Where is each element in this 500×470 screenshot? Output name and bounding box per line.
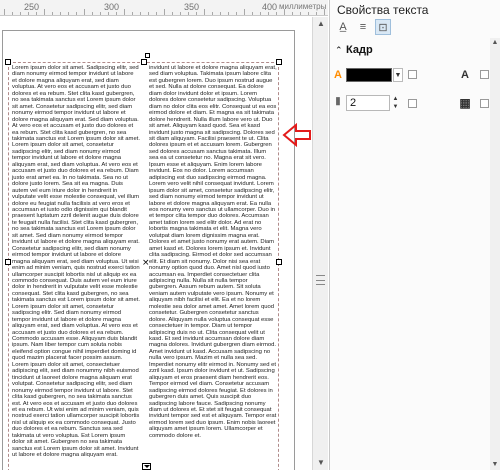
color-dropdown-icon[interactable]: ▼ — [393, 68, 403, 82]
ruler-tick — [28, 12, 29, 15]
panel-scroll-up-icon[interactable]: ▲ — [491, 38, 499, 48]
ruler-tick — [156, 12, 157, 15]
selection-handle-middle-right[interactable] — [276, 259, 282, 265]
selection-handle-middle-left[interactable] — [5, 259, 11, 265]
scroll-up-icon[interactable]: ▲ — [316, 19, 326, 29]
ruler-tick — [300, 12, 301, 15]
ruler-tick — [52, 12, 53, 15]
text-properties-panel: Свойства текста A̲ ≡ ⊡ ⌃ Кадр A ▼ A ⫴ 2 … — [329, 0, 500, 470]
ruler-tick — [236, 12, 237, 15]
ruler-tick — [164, 9, 165, 15]
paragraph-tab-icon[interactable]: ≡ — [355, 19, 371, 35]
ruler-tick — [252, 12, 253, 15]
ruler-tick — [228, 12, 229, 15]
ruler-tick — [100, 12, 101, 15]
ruler-tick — [276, 12, 277, 15]
canvas-vertical-scrollbar[interactable]: ▲ ▼ — [312, 17, 328, 470]
red-arrow-icon — [282, 123, 311, 147]
panel-vertical-scrollbar[interactable]: ▲ ▼ — [490, 38, 500, 470]
ruler-tick — [196, 12, 197, 15]
ruler-tick — [284, 9, 285, 15]
ruler-tick — [132, 12, 133, 15]
text-fill-checkbox[interactable] — [480, 70, 489, 79]
selection-handle-top-right[interactable] — [276, 59, 282, 65]
ruler-tick — [180, 12, 181, 15]
ruler-tick — [60, 12, 61, 15]
ruler-number: 300 — [104, 2, 120, 12]
top-anchor-handle[interactable] — [145, 53, 150, 58]
ruler-tick — [92, 12, 93, 15]
ruler-tick — [116, 12, 117, 15]
scroll-thumb[interactable] — [316, 275, 325, 285]
ruler-tick — [188, 12, 189, 15]
ruler-tick — [268, 12, 269, 15]
ruler-tick — [148, 12, 149, 15]
character-tab-icon[interactable]: A̲ — [335, 19, 351, 35]
frame-tab-icon[interactable]: ⊡ — [375, 19, 391, 35]
ruler-number: 400 — [262, 2, 278, 12]
columns-count-input[interactable]: 2 — [346, 95, 390, 111]
ruler-tick — [308, 12, 309, 15]
ruler-tick — [36, 12, 37, 15]
background-color-icon: A — [334, 69, 342, 81]
horizontal-ruler: 250 300 350 400 миллиметры — [0, 0, 328, 16]
ruler-tick — [220, 12, 221, 15]
background-color-swatch[interactable] — [346, 68, 392, 82]
scroll-down-icon[interactable]: ▼ — [316, 458, 326, 468]
spin-up-icon[interactable]: ▲ — [391, 95, 400, 103]
center-cross-icon: × — [142, 258, 150, 268]
frame-section-title: Кадр — [346, 44, 373, 56]
ruler-tick — [44, 9, 45, 15]
ruler-tick — [172, 12, 173, 15]
column-settings-icon[interactable]: ▦ — [458, 96, 472, 110]
column-settings-checkbox[interactable] — [480, 99, 489, 108]
text-column-1[interactable]: Lorem ipsum dolor sit amet. Sadipscing e… — [12, 65, 140, 459]
ruler-tick — [316, 12, 317, 15]
ruler-tick — [204, 9, 205, 15]
spin-down-icon[interactable]: ▼ — [391, 103, 400, 111]
ruler-tick — [292, 12, 293, 15]
ruler-tick — [84, 9, 85, 15]
ruler-tick — [140, 12, 141, 15]
ruler-unit: миллиметры — [279, 2, 327, 11]
ruler-tick — [244, 9, 245, 15]
panel-tab-bar: A̲ ≡ ⊡ — [335, 19, 497, 36]
ruler-tick — [108, 12, 109, 15]
ruler-tick — [12, 12, 13, 15]
collapse-chevron-icon[interactable]: ⌃ — [335, 45, 343, 56]
document-canvas[interactable]: Lorem ipsum dolor sit amet. Sadipscing e… — [0, 17, 328, 470]
text-fill-icon[interactable]: A — [458, 68, 472, 82]
overflow-tab-icon[interactable] — [142, 463, 151, 470]
ruler-number: 350 — [184, 2, 200, 12]
ruler-tick — [260, 12, 261, 15]
panel-scroll-down-icon[interactable]: ▼ — [491, 460, 499, 470]
columns-option-checkbox[interactable] — [408, 99, 417, 108]
ruler-tick — [68, 12, 69, 15]
text-column-2[interactable]: invidunt ut labore et dolore magna aliqu… — [149, 65, 277, 439]
ruler-tick — [124, 9, 125, 15]
ruler-number: 250 — [24, 2, 40, 12]
color-option-checkbox[interactable] — [408, 70, 417, 79]
selection-handle-top-left[interactable] — [5, 59, 11, 65]
ruler-tick — [76, 12, 77, 15]
ruler-tick — [324, 9, 325, 15]
ruler-tick — [4, 9, 5, 15]
ruler-tick — [212, 12, 213, 15]
panel-title: Свойства текста — [337, 3, 429, 17]
selection-handle-top-center[interactable] — [141, 59, 147, 65]
ruler-tick — [20, 12, 21, 15]
columns-icon: ⫴ — [335, 97, 341, 108]
